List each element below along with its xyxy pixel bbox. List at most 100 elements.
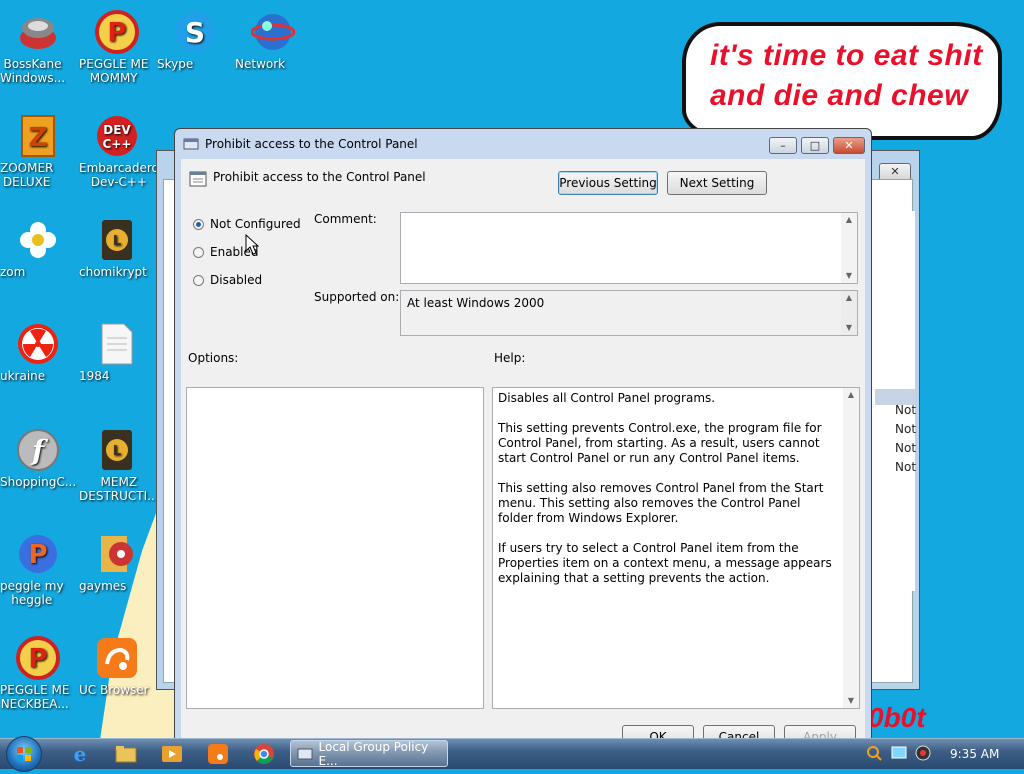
maximize-button[interactable]: □ [801, 137, 829, 154]
desktop-icon-zom[interactable]: zom [0, 218, 76, 279]
peggle-icon: P [95, 10, 139, 54]
help-paragraph: If users try to select a Control Panel i… [498, 541, 832, 585]
scroll-down-icon[interactable]: ▼ [841, 321, 857, 335]
radio-disabled[interactable]: Disabled [193, 273, 262, 287]
previous-setting-button[interactable]: Previous Setting [558, 171, 658, 195]
speech-bubble: it's time to eat shit and die and chew [682, 22, 1002, 140]
svg-text:e: e [74, 743, 87, 765]
maximize-icon: □ [809, 139, 821, 152]
radio-label: Disabled [210, 273, 263, 287]
policy-state-cell: Not [895, 441, 917, 455]
scroll-up-icon[interactable]: ▲ [841, 291, 857, 305]
help-paragraph: This setting prevents Control.exe, the p… [498, 421, 822, 465]
taskbar-item-group-policy[interactable]: Local Group Policy E... [290, 739, 448, 768]
radiation-icon [16, 322, 60, 366]
svg-text:L: L [113, 234, 121, 249]
mouse-cursor-icon [245, 233, 260, 259]
radio-selected-icon [193, 218, 204, 230]
supported-on-label: Supported on: [314, 290, 400, 304]
policy-state-cell: Not [895, 403, 917, 417]
bosskane-icon [16, 10, 60, 54]
chomikrypt-icon: L [95, 218, 139, 262]
desktop-icon-chomikrypt[interactable]: L chomikrypt [79, 218, 155, 279]
network-globe-icon [251, 10, 295, 54]
svg-text:Z: Z [29, 123, 48, 153]
policy-setting-dialog[interactable]: Prohibit access to the Control Panel – □… [174, 128, 872, 749]
next-setting-button[interactable]: Next Setting [667, 171, 767, 195]
help-text: Disables all Control Panel programs. Thi… [498, 391, 839, 601]
taskbar-clock[interactable]: 9:35 AM [950, 747, 999, 761]
chrome-taskbar-button[interactable] [250, 742, 278, 766]
explorer-taskbar-button[interactable] [112, 742, 140, 766]
scroll-down-icon[interactable]: ▼ [841, 269, 857, 283]
media-folder-icon [95, 532, 139, 576]
supported-on-value: At least Windows 2000 [407, 296, 545, 310]
radio-unselected-icon [193, 246, 204, 258]
internet-explorer-taskbar-button[interactable]: e [66, 742, 94, 766]
scribble-text: 0b0t [868, 702, 926, 733]
policy-state-cell: Not [895, 422, 917, 436]
devcpp-icon: DEV C++ [95, 114, 139, 158]
desktop-icon-peggle-heggle[interactable]: P peggle my heggle [0, 532, 76, 607]
svg-text:P: P [107, 18, 126, 48]
tray-search-icon[interactable] [866, 745, 882, 761]
options-pane [186, 387, 484, 709]
supported-scrollbar[interactable]: ▲ ▼ [841, 291, 857, 335]
desktop-icon-peggle-mommy[interactable]: P PEGGLE ME MOMMY [79, 10, 155, 85]
tray-volume-icon[interactable] [915, 745, 931, 761]
zoomer-icon: Z [16, 114, 60, 158]
scroll-up-icon[interactable]: ▲ [843, 388, 859, 402]
help-paragraph: Disables all Control Panel programs. [498, 391, 716, 405]
desktop-icon-shoppingc[interactable]: f ShoppingC... [0, 428, 76, 489]
scroll-down-icon[interactable]: ▼ [843, 694, 859, 708]
desktop-icon-gaymes[interactable]: gaymes [79, 532, 155, 593]
setting-name: Prohibit access to the Control Panel [213, 170, 426, 184]
skype-icon: S [173, 10, 217, 54]
desktop-icon-peggle-neckbeard[interactable]: P PEGGLE ME NECKBEA... [0, 636, 76, 711]
uc-browser-taskbar-button[interactable] [204, 742, 232, 766]
chrome-icon [254, 744, 274, 764]
internet-explorer-icon: e [74, 743, 87, 765]
close-button[interactable]: ✕ [833, 137, 865, 154]
tray-display-icon[interactable] [891, 745, 907, 761]
policy-state-cell: Not [895, 460, 917, 474]
flash-icon: f [16, 428, 60, 472]
scroll-up-icon[interactable]: ▲ [841, 213, 857, 227]
desktop-icon-network[interactable]: Network [235, 10, 311, 71]
policy-setting-icon [189, 171, 207, 190]
radio-not-configured[interactable]: Not Configured [193, 217, 301, 231]
minimize-button[interactable]: – [769, 137, 797, 154]
svg-text:P: P [28, 540, 47, 570]
desktop-icon-bosskane[interactable]: BossKane Windows... [0, 10, 76, 85]
help-paragraph: This setting also removes Control Panel … [498, 481, 824, 525]
media-player-taskbar-button[interactable] [158, 742, 186, 766]
desktop-icon-1984[interactable]: 1984 [79, 322, 155, 383]
desktop-icon-memz[interactable]: L MEMZ DESTRUCTI... [79, 428, 159, 503]
svg-text:C++: C++ [103, 137, 132, 151]
supported-on-field: At least Windows 2000 ▲ ▼ [400, 290, 858, 336]
desktop-icon-skype[interactable]: S Skype [157, 10, 233, 71]
flower-icon [16, 218, 60, 262]
desktop-icon-uc-browser[interactable]: UC Browser [79, 636, 155, 697]
dialog-title: Prohibit access to the Control Panel [205, 137, 418, 151]
memz-icon: L [95, 428, 139, 472]
radio-unselected-icon [193, 274, 204, 286]
comment-textarea[interactable]: ▲ ▼ [400, 212, 858, 284]
desktop-icon-devcpp[interactable]: DEV C++ Embarcadero Dev-C++ [79, 114, 159, 189]
policy-icon [297, 748, 313, 759]
uc-browser-icon [95, 636, 139, 680]
start-button[interactable] [6, 736, 42, 772]
help-scrollbar[interactable]: ▲ ▼ [843, 388, 859, 708]
desktop-icon-zoomer[interactable]: Z ZOOMER DELUXE [0, 114, 76, 189]
taskbar-item-label: Local Group Policy E... [318, 739, 429, 768]
svg-text:S: S [185, 16, 205, 49]
help-label: Help: [494, 351, 526, 365]
peggle-icon: P [16, 532, 60, 576]
dialog-titlebar[interactable]: Prohibit access to the Control Panel – □… [175, 129, 871, 159]
help-pane: Disables all Control Panel programs. Thi… [492, 387, 860, 709]
comment-scrollbar[interactable]: ▲ ▼ [841, 213, 857, 283]
svg-text:P: P [28, 644, 47, 674]
dialog-client-area: Prohibit access to the Control Panel Pre… [181, 159, 865, 749]
options-label: Options: [188, 351, 239, 365]
desktop-icon-ukraine[interactable]: ukraine [0, 322, 76, 383]
